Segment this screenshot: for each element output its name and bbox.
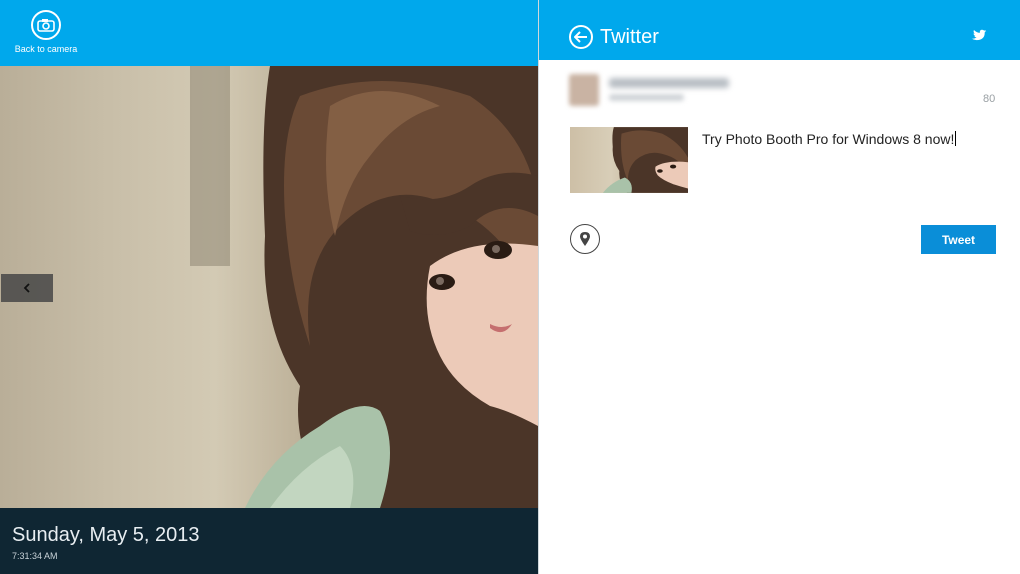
photo-image [0,66,538,508]
twitter-share-pane: Twitter 80 Try Photo Booth Pro for Windo… [538,0,1020,574]
share-header: Twitter [539,0,1020,60]
add-location-button[interactable] [570,224,600,254]
text-cursor [955,131,957,146]
camera-icon [31,10,61,40]
photo-time: 7:31:34 AM [12,551,58,561]
photo-viewer-pane: Back to camera Sunday, May 5, 2013 7:31:… [0,0,538,574]
back-button[interactable] [569,25,593,49]
character-count: 80 [983,93,996,105]
tweet-text: Try Photo Booth Pro for Windows 8 now! [702,131,955,147]
share-title: Twitter [600,26,659,48]
account-name-blurred [609,78,729,88]
back-to-camera-label: Back to camera [14,44,78,54]
avatar [569,74,599,106]
photo-date: Sunday, May 5, 2013 [12,524,200,546]
chevron-left-icon [23,283,30,293]
back-to-camera-button[interactable]: Back to camera [10,8,82,60]
app-bar: Back to camera [0,0,538,66]
previous-photo-button[interactable] [1,274,53,302]
location-pin-icon [580,232,590,246]
twitter-bird-icon [971,29,987,41]
account-handle-blurred [609,94,684,101]
tweet-button[interactable]: Tweet [921,225,996,254]
twitter-account [569,74,994,106]
tweet-text-input[interactable]: Try Photo Booth Pro for Windows 8 now! [702,131,1002,147]
back-arrow-icon [574,31,587,43]
attached-photo-thumbnail [570,127,688,193]
photo-info-bar: Sunday, May 5, 2013 7:31:34 AM [0,508,538,574]
